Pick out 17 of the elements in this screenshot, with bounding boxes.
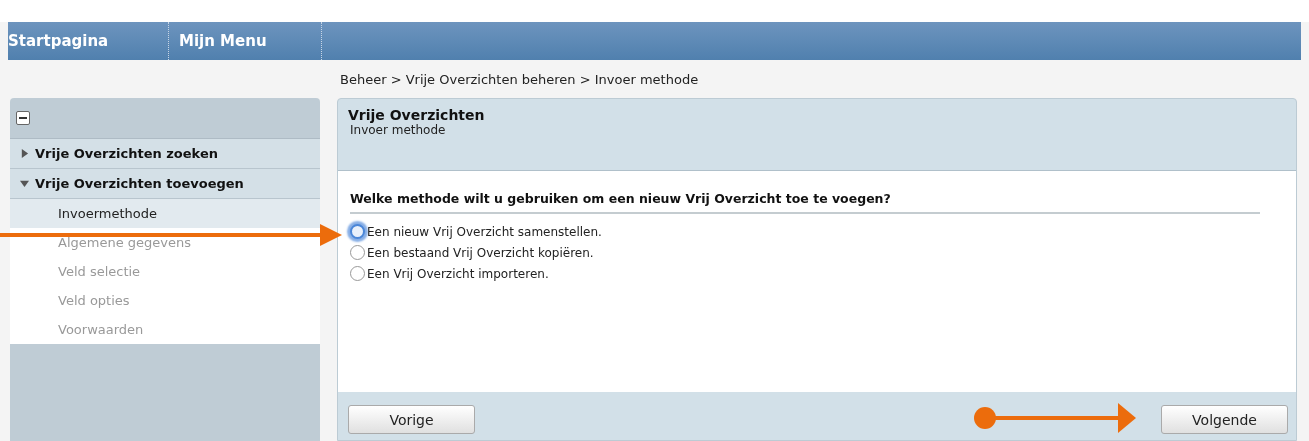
sidebar-section[interactable]: Vrije Overzichten toevoegen <box>10 169 320 199</box>
sidebar-item[interactable]: Invoermethode <box>10 199 320 228</box>
radio-option[interactable]: Een Vrij Overzicht importeren. <box>350 266 549 281</box>
question: Welke methode wilt u gebruiken om een nieuw Vrij Overzicht toe te voegen? <box>350 191 1260 214</box>
nav-item[interactable]: Mijn Menu <box>169 22 322 60</box>
breadcrumb: Beheer > Vrije Overzichten beheren > Invoer methode <box>340 71 699 87</box>
sidebar-section[interactable]: Vrije Overzichten zoeken <box>10 139 320 169</box>
back-button[interactable]: Vorige <box>348 405 475 434</box>
collapse-icon[interactable] <box>16 111 30 125</box>
panel-subtitle: Invoer methode <box>349 123 447 137</box>
nav-item[interactable]: Startpagina <box>8 22 169 60</box>
panel-title: Vrije Overzichten <box>348 107 486 123</box>
radio-option[interactable]: Een bestaand Vrij Overzicht kopiëren. <box>350 245 594 260</box>
caret-down-icon <box>20 179 29 188</box>
next-button[interactable]: Volgende <box>1161 405 1288 434</box>
radio-option[interactable]: Een nieuw Vrij Overzicht samenstellen. <box>350 224 602 239</box>
caret-right-icon <box>20 149 29 158</box>
